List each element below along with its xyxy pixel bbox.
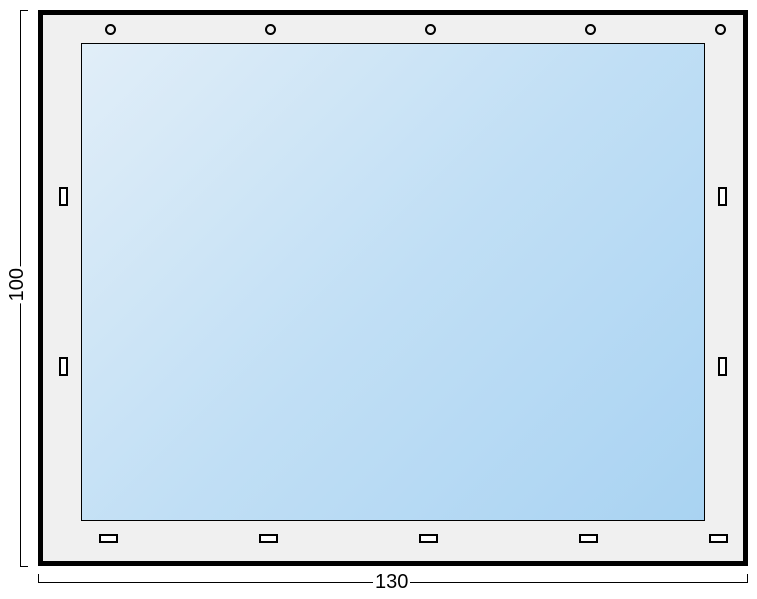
rectangle-icon [579,534,598,543]
circle-icon [105,24,116,35]
diagram-canvas: 100 130 [0,0,757,599]
rectangle-icon [59,357,68,376]
rectangle-icon [419,534,438,543]
rectangle-icon [718,357,727,376]
dimension-tick [747,574,748,582]
rectangle-icon [59,187,68,206]
rectangle-icon [709,534,728,543]
circle-icon [715,24,726,35]
outer-frame [38,10,748,566]
dimension-tick [38,574,39,582]
rectangle-icon [718,187,727,206]
dimension-width-label: 130 [373,571,410,594]
dimension-tick [20,10,28,11]
dimension-tick [20,566,28,567]
circle-icon [585,24,596,35]
dimension-height-label: 100 [6,266,29,303]
rectangle-icon [99,534,118,543]
circle-icon [425,24,436,35]
rectangle-icon [259,534,278,543]
glass-pane [81,43,705,521]
circle-icon [265,24,276,35]
